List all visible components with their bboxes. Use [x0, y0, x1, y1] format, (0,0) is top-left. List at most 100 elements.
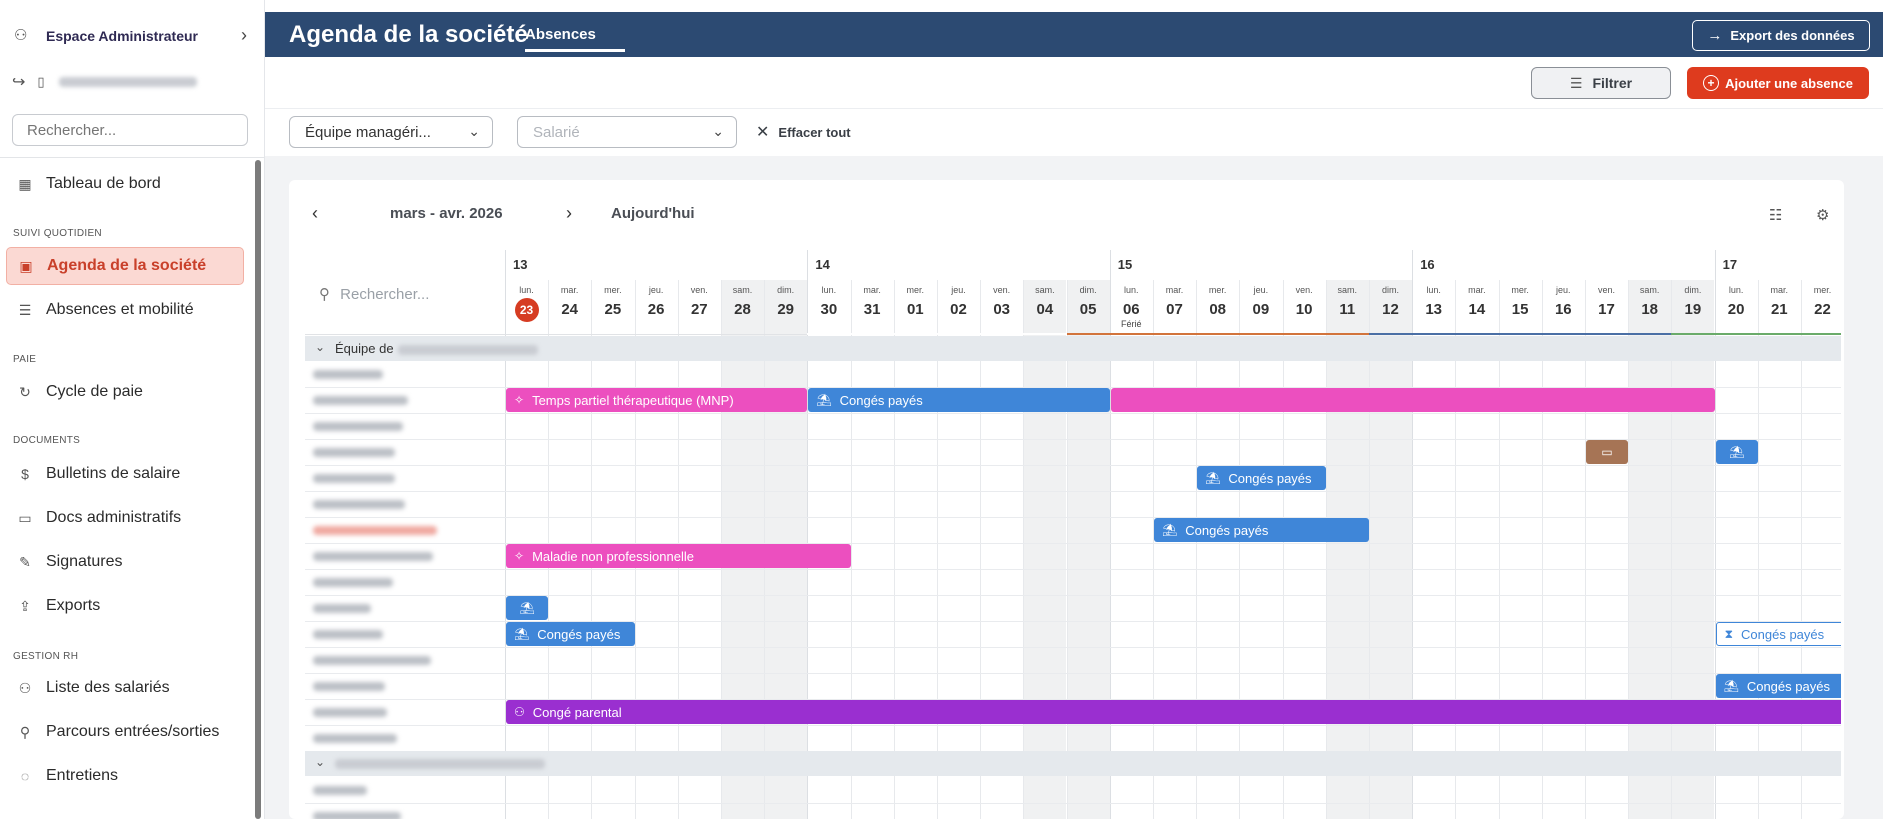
list-view-icon[interactable]: ☷: [1769, 206, 1782, 224]
absence-event[interactable]: ✧ Maladie non professionnelle: [506, 544, 851, 568]
absence-event[interactable]: ▭: [1586, 440, 1629, 464]
employee-name-blurred[interactable]: [313, 474, 395, 483]
day-header[interactable]: mer. 22: [1801, 280, 1841, 335]
day-header[interactable]: lun. 20: [1715, 280, 1758, 335]
sidebar-item-journeys[interactable]: ⚲ Parcours entrées/sorties: [6, 713, 244, 751]
export-data-label: Export des données: [1730, 28, 1855, 43]
absence-type-icon: ✧: [514, 549, 525, 563]
employee-name-blurred[interactable]: [313, 396, 408, 405]
employee-name-blurred[interactable]: [313, 630, 383, 639]
chevron-down-icon[interactable]: ⌄: [315, 340, 325, 354]
sidebar-item-payroll-cycle[interactable]: ↻ Cycle de paie: [6, 373, 244, 411]
absence-event[interactable]: [1110, 388, 1715, 412]
employee-name-blurred[interactable]: [313, 370, 383, 379]
day-header[interactable]: ven. 17: [1585, 280, 1628, 335]
admin-space-switcher[interactable]: ⚇ Espace Administrateur ›: [0, 0, 265, 72]
day-header[interactable]: sam. 18: [1628, 280, 1671, 335]
previous-period-button[interactable]: ‹: [312, 203, 318, 224]
day-header[interactable]: dim. 29: [764, 280, 807, 335]
day-header[interactable]: jeu. 09: [1239, 280, 1282, 335]
employee-name-blurred[interactable]: [313, 526, 437, 535]
sidebar-item-admin-docs[interactable]: ▭ Docs administratifs: [6, 499, 244, 537]
day-header[interactable]: ven. 10: [1283, 280, 1326, 335]
day-header[interactable]: jeu. 26: [635, 280, 678, 335]
sidebar-item-absences[interactable]: ☰ Absences et mobilité: [6, 291, 244, 329]
day-header[interactable]: sam. 28: [721, 280, 764, 335]
chevron-right-icon[interactable]: ›: [241, 25, 247, 46]
day-header[interactable]: jeu. 02: [937, 280, 980, 335]
tab-absences[interactable]: Absences: [525, 26, 596, 43]
day-header[interactable]: lun. 13: [1412, 280, 1455, 335]
absence-event[interactable]: ⚇ Congé parental: [506, 700, 1841, 724]
absence-event[interactable]: ⛱ Congés payés: [808, 388, 1110, 412]
employee-name-blurred[interactable]: [313, 812, 401, 819]
absence-event[interactable]: ⛱: [506, 596, 549, 620]
day-header[interactable]: lun. 23: [505, 280, 548, 335]
sidebar-item-dashboard[interactable]: ▦ Tableau de bord: [6, 165, 244, 203]
add-absence-button[interactable]: + Ajouter une absence: [1687, 67, 1869, 99]
absence-event[interactable]: ⛱ Congés payés: [1154, 518, 1369, 542]
day-header[interactable]: jeu. 16: [1542, 280, 1585, 335]
day-header[interactable]: mar. 21: [1758, 280, 1801, 335]
sidebar-item-signatures[interactable]: ✎ Signatures: [6, 543, 244, 581]
employee-name-blurred[interactable]: [313, 448, 395, 457]
day-header[interactable]: lun. 06 Férié: [1110, 280, 1153, 335]
day-number: 01: [906, 301, 924, 318]
today-button[interactable]: Aujourd'hui: [611, 205, 695, 222]
sidebar-item-exports[interactable]: ⇪ Exports: [6, 587, 244, 625]
export-data-button[interactable]: → Export des données: [1692, 20, 1870, 51]
absence-event[interactable]: ✧ Temps partiel thérapeutique (MNP): [506, 388, 808, 412]
employee-name-blurred[interactable]: [313, 604, 371, 613]
employee-name-blurred[interactable]: [313, 552, 433, 561]
filter-button[interactable]: ☰ Filtrer: [1531, 67, 1671, 99]
day-header[interactable]: ven. 03: [980, 280, 1023, 335]
day-header[interactable]: sam. 04: [1023, 280, 1066, 335]
absence-event[interactable]: ⛱ Congés payés: [1715, 674, 1841, 698]
day-header[interactable]: mer. 25: [591, 280, 634, 335]
day-header[interactable]: sam. 11: [1326, 280, 1369, 335]
absence-event[interactable]: ⛱ Congés payés: [1197, 466, 1326, 490]
day-header[interactable]: dim. 19: [1671, 280, 1714, 335]
day-header[interactable]: mar. 07: [1153, 280, 1196, 335]
day-header[interactable]: dim. 12: [1369, 280, 1412, 335]
day-header[interactable]: mar. 14: [1455, 280, 1498, 335]
export-icon: ⇪: [19, 597, 31, 614]
employee-name-blurred[interactable]: [313, 708, 387, 717]
employee-name-blurred[interactable]: [313, 578, 393, 587]
team-select[interactable]: Équipe managéri... ⌄: [289, 116, 493, 148]
sidebar-item-employees[interactable]: ⚇ Liste des salariés: [6, 669, 244, 707]
chevron-down-icon[interactable]: ⌄: [315, 755, 325, 769]
employee-name-blurred[interactable]: [313, 786, 367, 795]
day-of-week: mar.: [1165, 285, 1184, 295]
absence-event[interactable]: ⧗ Congés payés: [1715, 622, 1841, 646]
next-period-button[interactable]: ›: [566, 203, 572, 224]
employee-name-blurred[interactable]: [313, 734, 397, 743]
company-switcher[interactable]: ↪ ▯: [12, 70, 197, 94]
day-header[interactable]: lun. 30: [807, 280, 850, 335]
day-header[interactable]: dim. 05: [1067, 280, 1110, 335]
day-header[interactable]: mer. 08: [1196, 280, 1239, 335]
absence-event[interactable]: ⛱: [1715, 440, 1758, 464]
sidebar-search-input[interactable]: [12, 114, 248, 146]
sidebar-scrollbar[interactable]: [255, 160, 261, 819]
team-group-row[interactable]: ⌄ Équipe de: [305, 336, 1841, 361]
employee-name-blurred[interactable]: [313, 422, 403, 431]
employee-name-blurred[interactable]: [313, 656, 431, 665]
absence-event-label: Congés payés: [1741, 626, 1825, 642]
employee-select[interactable]: Salarié ⌄: [517, 116, 737, 148]
sidebar-item-agenda[interactable]: ▣ Agenda de la société: [6, 247, 244, 285]
day-header[interactable]: ven. 27: [678, 280, 721, 335]
day-header[interactable]: mer. 01: [894, 280, 937, 335]
employee-name-blurred[interactable]: [313, 682, 385, 691]
clear-all-button[interactable]: ✕ Effacer tout: [756, 122, 851, 142]
sidebar-item-payslips[interactable]: $ Bulletins de salaire: [6, 455, 244, 493]
day-header[interactable]: mar. 24: [548, 280, 591, 335]
team-group-row[interactable]: ⌄: [305, 751, 1841, 776]
settings-icon[interactable]: ⚙: [1816, 206, 1829, 224]
day-header[interactable]: mar. 31: [851, 280, 894, 335]
day-header[interactable]: mer. 15: [1499, 280, 1542, 335]
employee-name-blurred[interactable]: [313, 500, 405, 509]
absence-event[interactable]: ⛱ Congés payés: [506, 622, 635, 646]
grid-search[interactable]: ⚲ Rechercher...: [319, 285, 429, 303]
sidebar-item-interviews[interactable]: ◌ Entretiens: [6, 757, 244, 795]
